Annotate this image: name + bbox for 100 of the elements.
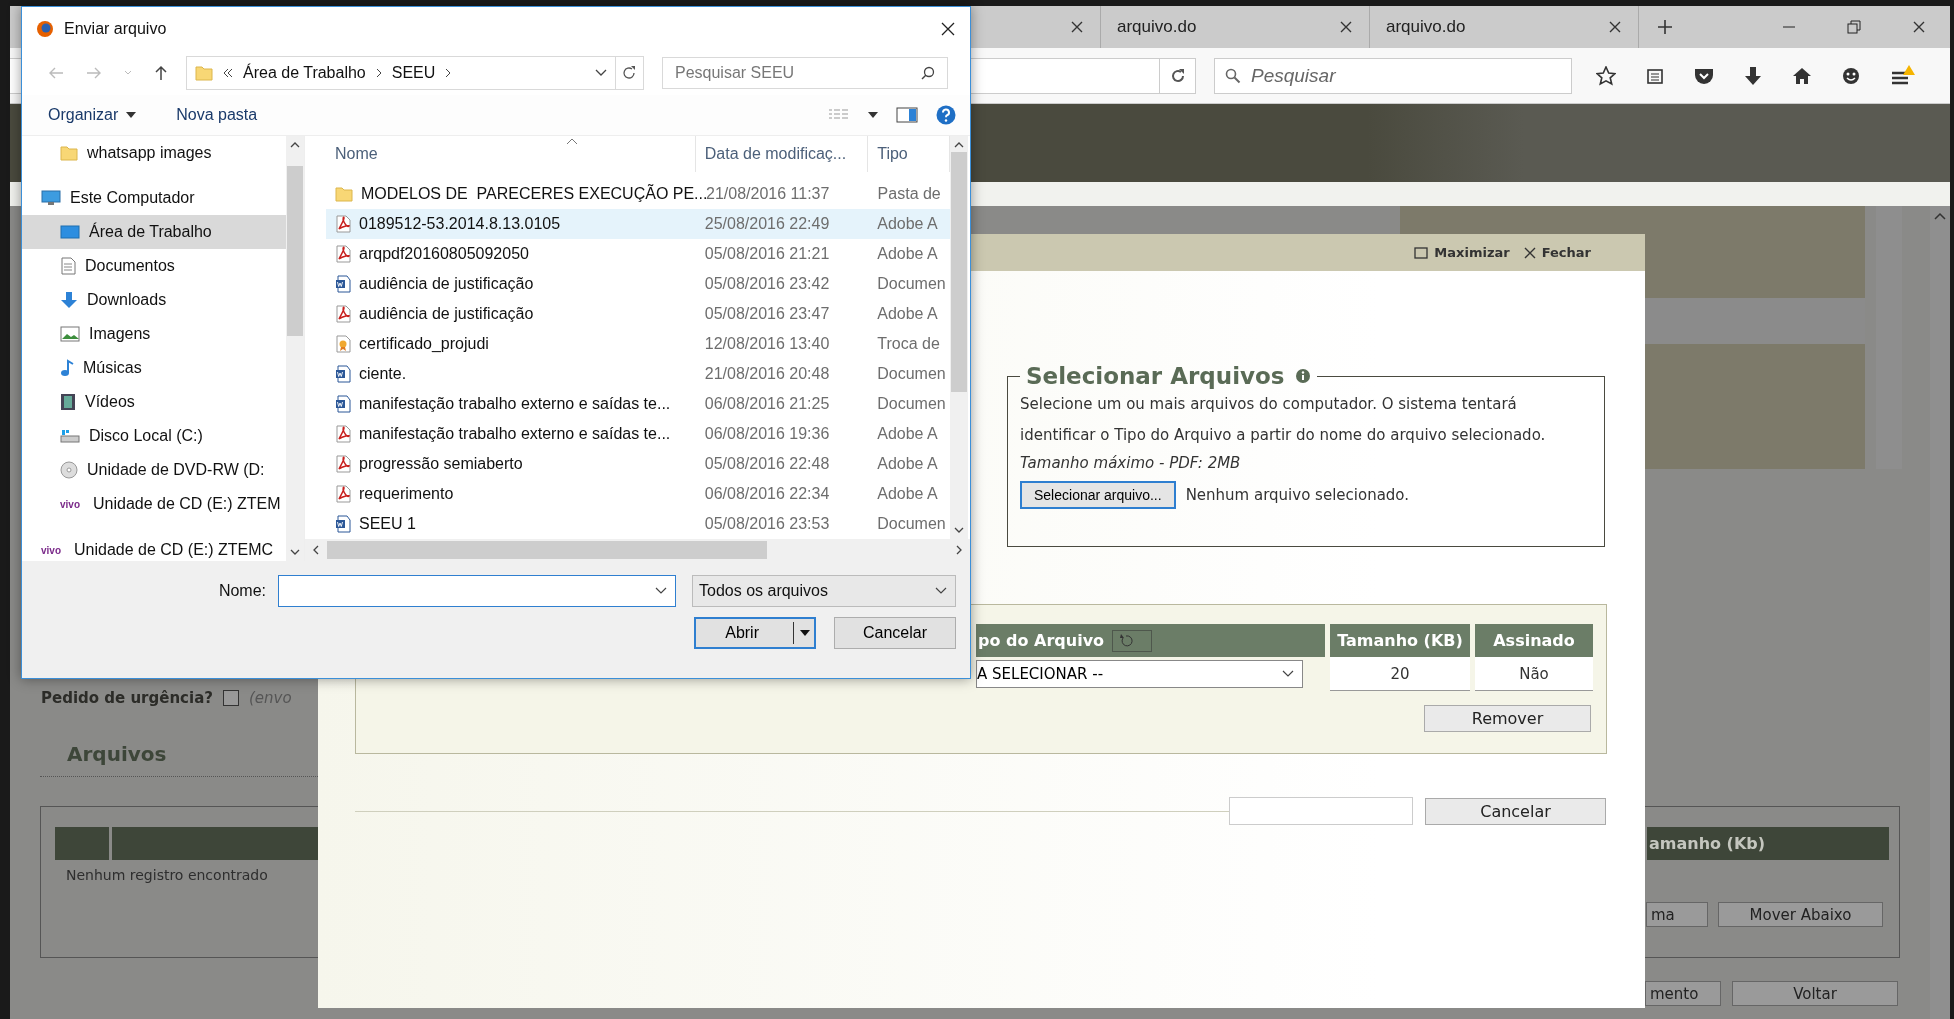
- file-name: SEEU 1: [359, 515, 416, 533]
- download-icon[interactable]: [1744, 65, 1762, 86]
- star-icon[interactable]: [1596, 65, 1616, 86]
- nav-item[interactable]: vivo Unidade de CD (E:) ZTEM: [22, 487, 286, 521]
- file-row[interactable]: requerimento 06/08/2016 22:34 Adobe A: [326, 479, 950, 509]
- preview-pane-icon[interactable]: [896, 107, 918, 123]
- column-header[interactable]: Data de modificaç...: [695, 136, 869, 172]
- pictures-icon: [60, 326, 80, 342]
- type-select[interactable]: A SELECIONAR --: [976, 660, 1303, 688]
- nav-item[interactable]: Músicas: [22, 351, 286, 385]
- caret-icon[interactable]: [868, 112, 878, 118]
- open-button[interactable]: Abrir: [694, 617, 816, 649]
- urgency-checkbox[interactable]: [222, 690, 239, 706]
- help-icon[interactable]: [936, 105, 956, 125]
- nav-item[interactable]: Documentos: [22, 249, 286, 283]
- restore-icon[interactable]: [1847, 20, 1861, 34]
- nav-item[interactable]: Este Computador: [22, 181, 286, 215]
- file-name: MODELOS DE PARECERES EXECUÇÃO PE...: [361, 185, 708, 203]
- file-name: audiência de justificação: [359, 275, 534, 293]
- up-arrow-icon[interactable]: [154, 65, 168, 81]
- cancel-button[interactable]: Cancelar: [834, 617, 956, 649]
- new-folder-button[interactable]: Nova pasta: [176, 106, 258, 124]
- monitor-icon: [41, 190, 61, 206]
- file-row[interactable]: certificado_projudi 12/08/2016 13:40 Troca de: [326, 329, 950, 359]
- file-row[interactable]: progressão semiaberto 05/08/2016 22:48 Adobe A: [326, 449, 950, 479]
- move-button[interactable]: Mover Abaixo: [1718, 902, 1883, 927]
- file-row[interactable]: SEEU 1 05/08/2016 23:53 Documen: [326, 509, 950, 539]
- file-row[interactable]: audiência de justificação 05/08/2016 23:47 Adobe A: [326, 299, 950, 329]
- new-tab-icon[interactable]: [1657, 19, 1673, 35]
- certificate-file-icon: [335, 335, 351, 353]
- scrollbar[interactable]: [286, 136, 304, 561]
- chevron-down-icon[interactable]: [595, 69, 607, 77]
- address-bar[interactable]: Área de Trabalho SEEU: [186, 56, 616, 90]
- nav-item[interactable]: Vídeos: [22, 385, 286, 419]
- music-note-icon: [60, 359, 74, 377]
- page-button[interactable]: mento: [1645, 981, 1721, 1006]
- search-icon: [1225, 67, 1241, 84]
- close-icon[interactable]: [1608, 20, 1622, 34]
- file-date: 06/08/2016 19:36: [703, 425, 831, 443]
- scrollbar[interactable]: [950, 136, 968, 539]
- breadcrumb-link[interactable]: SEEU: [391, 64, 436, 82]
- logo-text: vivo: [41, 544, 62, 556]
- close-icon[interactable]: [1339, 20, 1353, 34]
- file-row[interactable]: ciente. 21/08/2016 20:48 Documen: [326, 359, 950, 389]
- nav-item[interactable]: Disco Local (C:): [22, 419, 286, 453]
- column-header: [55, 827, 109, 860]
- nav-item[interactable]: Downloads: [22, 283, 286, 317]
- document-icon: [60, 257, 76, 275]
- smiley-icon[interactable]: [1842, 66, 1860, 85]
- file-row[interactable]: manifestação trabalho externo e saídas te... 06/08/2016 19:36 Adobe A: [326, 419, 950, 449]
- breadcrumb-link[interactable]: Área de Trabalho: [243, 64, 366, 82]
- file-row[interactable]: 0189512-53.2014.8.13.0105 25/08/2016 22:49 Adobe A: [326, 209, 950, 239]
- file-date: 05/08/2016 22:48: [703, 455, 831, 473]
- close-icon[interactable]: [1070, 20, 1084, 34]
- file-type: Adobe A: [876, 245, 939, 263]
- pocket-icon[interactable]: [1694, 66, 1714, 85]
- file-date: 05/08/2016 23:53: [703, 515, 831, 533]
- nav-item[interactable]: Imagens: [22, 317, 286, 351]
- file-date: 06/08/2016 21:25: [703, 395, 831, 413]
- table-cell: 20: [1330, 657, 1470, 691]
- reload-button[interactable]: [1160, 57, 1196, 94]
- nav-item[interactable]: whatsapp images: [22, 136, 286, 170]
- cancel-button[interactable]: Cancelar: [1425, 797, 1606, 825]
- search-field[interactable]: Pesquisar SEEU: [662, 57, 948, 89]
- nav-item[interactable]: vivo Unidade de CD (E:) ZTEMC: [22, 533, 286, 561]
- nav-item[interactable]: Unidade de DVD-RW (D:: [22, 453, 286, 487]
- file-row[interactable]: arqpdf20160805092050 05/08/2016 21:21 Adobe A: [326, 239, 950, 269]
- file-date: 06/08/2016 22:34: [703, 485, 831, 503]
- home-icon[interactable]: [1792, 66, 1812, 85]
- organize-menu[interactable]: Organizar: [48, 106, 137, 124]
- file-name-field[interactable]: [278, 575, 676, 607]
- page-button[interactable]: Voltar: [1732, 981, 1898, 1006]
- reload-icon: [1169, 67, 1186, 84]
- close-button[interactable]: Fechar: [1523, 245, 1591, 260]
- file-type: Pasta de: [876, 185, 942, 203]
- file-type-dropdown[interactable]: Todos os arquivos: [692, 575, 956, 607]
- maximize-button[interactable]: Maximizar: [1414, 245, 1510, 260]
- column-header[interactable]: Nome: [326, 136, 696, 172]
- close-icon[interactable]: [940, 21, 956, 37]
- page-scrollbar[interactable]: [1930, 206, 1950, 1019]
- search-placeholder: Pesquisar SEEU: [675, 64, 795, 82]
- refresh-button[interactable]: [615, 56, 644, 90]
- search-field[interactable]: Pesquisar: [1214, 57, 1572, 94]
- list-icon[interactable]: [1646, 66, 1664, 85]
- choose-file-button[interactable]: Selecionar arquivo...: [1020, 481, 1176, 509]
- file-row[interactable]: manifestação trabalho externo e saídas te... 06/08/2016 21:25 Documen: [326, 389, 950, 419]
- chevron-right-icon: [375, 68, 382, 78]
- file-name: certificado_projudi: [359, 335, 489, 353]
- nav-item[interactable]: Área de Trabalho: [22, 215, 286, 249]
- file-row[interactable]: MODELOS DE PARECERES EXECUÇÃO PE...21/08/2016 11:37 Pasta de: [326, 179, 950, 209]
- file-row[interactable]: audiência de justificação 05/08/2016 23:42 Documen: [326, 269, 950, 299]
- close-icon[interactable]: [1912, 20, 1926, 34]
- folder-icon: [195, 65, 213, 81]
- scrollbar[interactable]: [305, 539, 970, 561]
- pdf-file-icon: [335, 305, 351, 323]
- file-type: Troca de: [876, 335, 941, 353]
- text-field[interactable]: [1229, 797, 1413, 825]
- word-file-icon: [335, 395, 351, 413]
- remove-button[interactable]: Remover: [1424, 705, 1591, 732]
- move-button[interactable]: ma: [1646, 902, 1708, 927]
